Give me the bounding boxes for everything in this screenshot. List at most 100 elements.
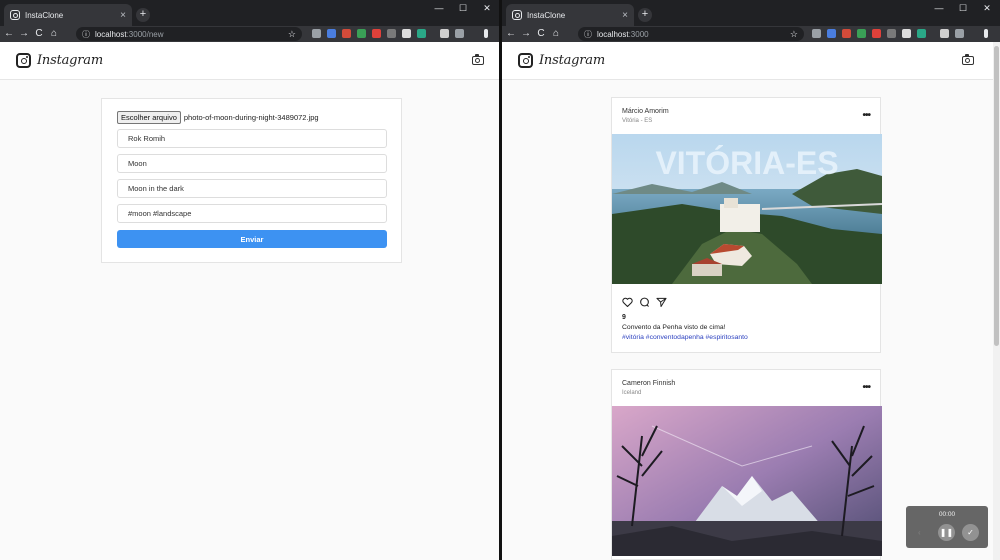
extension-icon[interactable] (940, 29, 949, 38)
bookmark-star-icon[interactable]: ☆ (288, 27, 296, 41)
url-host: localhost (95, 29, 127, 39)
extension-icon[interactable] (917, 29, 926, 38)
more-options-icon[interactable]: ••• (862, 382, 870, 393)
extension-icon[interactable] (455, 29, 464, 38)
description-input[interactable] (117, 179, 387, 198)
minimize-icon[interactable]: — (928, 0, 950, 16)
reload-icon[interactable]: C (33, 26, 45, 42)
instagram-icon (16, 53, 31, 68)
address-bar[interactable]: ⓘ localhost :3000/new ☆ (76, 27, 302, 41)
extension-icon[interactable] (872, 29, 881, 38)
like-count: 9 (622, 314, 626, 321)
extension-icon[interactable] (357, 29, 366, 38)
home-icon[interactable]: ⌂ (550, 26, 562, 42)
url-host: localhost (597, 29, 629, 39)
post-place: Vitória - ES (622, 118, 653, 124)
extension-icon[interactable] (402, 29, 411, 38)
post-place: Iceland (622, 390, 642, 396)
forward-arrow-icon[interactable]: → (18, 26, 30, 42)
screen-recorder-widget: 00:00 ‹ ❚❚ ✓ (906, 506, 988, 548)
home-icon[interactable]: ⌂ (48, 26, 60, 42)
menu-icon[interactable] (484, 29, 488, 38)
extension-icon[interactable] (327, 29, 336, 38)
comment-icon[interactable] (639, 297, 650, 307)
back-arrow-icon[interactable]: ← (3, 26, 15, 42)
extension-icon[interactable] (955, 29, 964, 38)
extension-icon[interactable] (342, 29, 351, 38)
tab-strip: InstaClone × + — ☐ ✕ (0, 0, 499, 26)
maximize-icon[interactable]: ☐ (952, 0, 974, 16)
bookmark-star-icon[interactable]: ☆ (790, 27, 798, 41)
browser-tab[interactable]: InstaClone × (506, 4, 634, 26)
post-actions (622, 297, 667, 307)
forward-arrow-icon[interactable]: → (520, 26, 532, 42)
new-tab-button[interactable]: + (638, 8, 652, 22)
reload-icon[interactable]: C (535, 26, 547, 42)
place-input[interactable] (117, 154, 387, 173)
share-icon[interactable] (656, 297, 667, 307)
extension-icon[interactable] (857, 29, 866, 38)
url-path: :3000/new (126, 29, 164, 39)
submit-button[interactable]: Enviar (117, 230, 387, 248)
tab-title: InstaClone (25, 10, 64, 20)
camera-icon[interactable] (472, 54, 484, 65)
scrollbar[interactable] (993, 42, 1000, 560)
more-options-icon[interactable]: ••• (862, 110, 870, 121)
close-tab-icon[interactable]: × (622, 10, 628, 21)
author-input[interactable] (117, 129, 387, 148)
previous-icon[interactable]: ‹ (918, 528, 921, 537)
heart-icon[interactable] (622, 297, 633, 307)
choose-file-button[interactable]: Escolher arquivo (117, 111, 181, 124)
post-header: Cameron Finnish Iceland ••• (612, 370, 880, 406)
brand-wordmark: Instagram (539, 53, 605, 68)
extension-icon[interactable] (902, 29, 911, 38)
address-bar[interactable]: ⓘ localhost :3000 ☆ (578, 27, 804, 41)
camera-icon[interactable] (962, 54, 974, 65)
new-tab-button[interactable]: + (136, 8, 150, 22)
instagram-header: Instagram (0, 42, 499, 80)
extension-icon[interactable] (417, 29, 426, 38)
image-overlay-text: VITÓRIA-ES (655, 145, 838, 181)
instagram-logo[interactable]: Instagram (518, 53, 605, 68)
extension-icon[interactable] (372, 29, 381, 38)
menu-icon[interactable] (984, 29, 988, 38)
pause-button[interactable]: ❚❚ (938, 524, 955, 541)
post-header: Márcio Amorim Vitória - ES ••• (612, 98, 880, 134)
extension-icon[interactable] (842, 29, 851, 38)
browser-window-left: InstaClone × + — ☐ ✕ ← → C ⌂ ⓘ localhost… (0, 0, 499, 560)
feed-post: Márcio Amorim Vitória - ES ••• VITÓRIA-E… (611, 97, 882, 353)
browser-tab[interactable]: InstaClone × (4, 4, 132, 26)
extension-icon[interactable] (887, 29, 896, 38)
extension-icon[interactable] (827, 29, 836, 38)
finish-button[interactable]: ✓ (962, 524, 979, 541)
close-window-icon[interactable]: ✕ (976, 0, 998, 16)
post-author[interactable]: Márcio Amorim (622, 108, 669, 115)
post-description: Convento da Penha visto de cima! (622, 324, 726, 331)
file-picker: Escolher arquivo photo-of-moon-during-ni… (117, 111, 319, 124)
back-arrow-icon[interactable]: ← (505, 26, 517, 42)
instagram-favicon-icon (10, 10, 20, 20)
tab-title: InstaClone (527, 10, 566, 20)
info-icon: ⓘ (584, 29, 592, 39)
post-image (612, 406, 882, 556)
post-author[interactable]: Cameron Finnish (622, 380, 675, 387)
extension-icon[interactable] (387, 29, 396, 38)
hashtags-input[interactable] (117, 204, 387, 223)
instagram-favicon-icon (512, 10, 522, 20)
info-icon: ⓘ (82, 29, 90, 39)
maximize-icon[interactable]: ☐ (452, 0, 474, 16)
extension-icon[interactable] (440, 29, 449, 38)
close-window-icon[interactable]: ✕ (476, 0, 498, 16)
new-post-form: Escolher arquivo photo-of-moon-during-ni… (101, 98, 402, 263)
extension-icon[interactable] (812, 29, 821, 38)
browser-window-right: InstaClone × + — ☐ ✕ ← → C ⌂ ⓘ localhost… (502, 0, 1000, 560)
instagram-logo[interactable]: Instagram (16, 53, 103, 68)
url-path: :3000 (628, 29, 649, 39)
scrollbar-thumb[interactable] (994, 46, 999, 346)
close-tab-icon[interactable]: × (120, 10, 126, 21)
minimize-icon[interactable]: — (428, 0, 450, 16)
post-hashtags[interactable]: #vitória #conventodapenha #espiritosanto (622, 334, 748, 341)
extension-icon[interactable] (312, 29, 321, 38)
post-image: VITÓRIA-ES (612, 134, 882, 284)
instagram-icon (518, 53, 533, 68)
